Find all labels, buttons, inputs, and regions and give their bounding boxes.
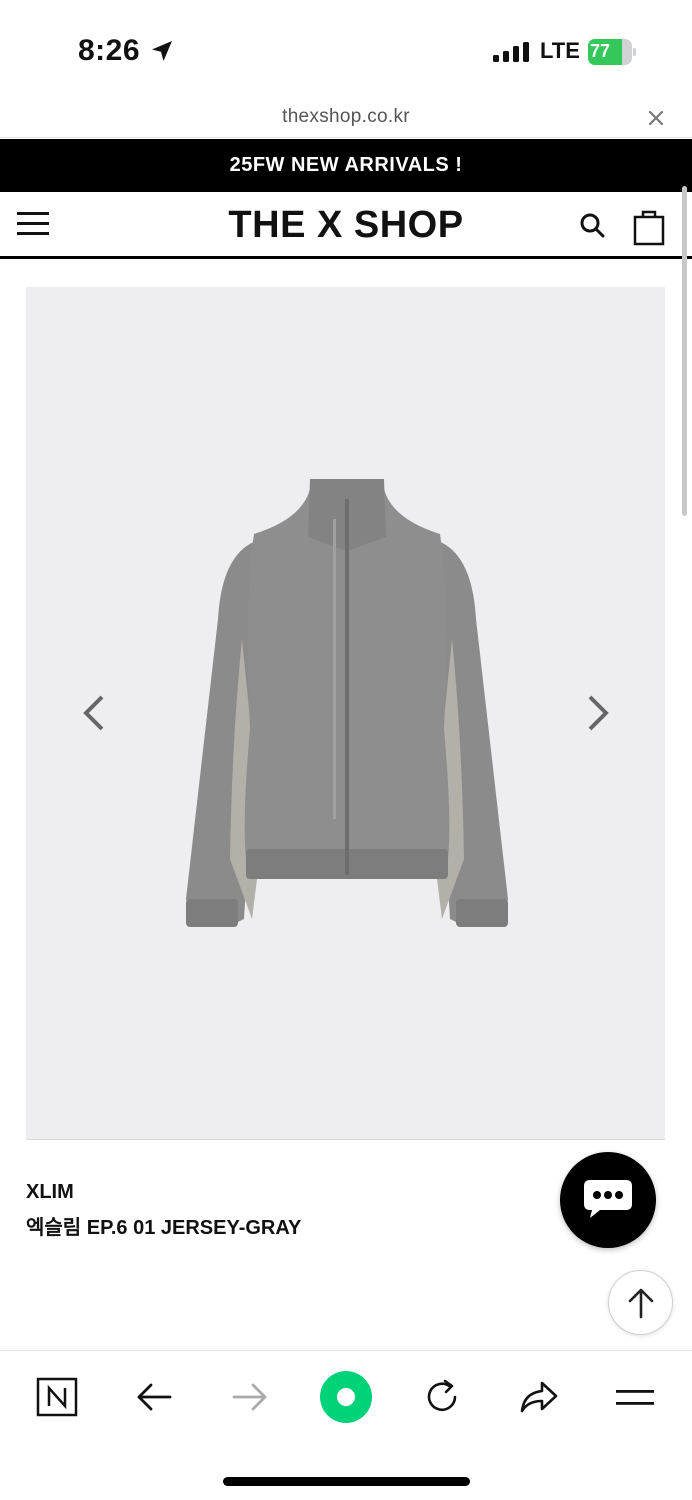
reload-icon[interactable] [422,1375,462,1419]
naver-icon[interactable] [36,1375,78,1419]
chat-bubble-icon [584,1180,632,1218]
url-text[interactable]: thexshop.co.kr [0,106,692,128]
product-name[interactable]: 엑슬림 EP.6 01 JERSEY-GRAY [26,1211,301,1240]
home-indicator[interactable] [223,1477,470,1486]
scroll-to-top-button[interactable] [608,1270,673,1335]
forward-arrow-icon[interactable] [231,1375,269,1419]
chevron-left-icon[interactable] [80,691,108,735]
menu-icon[interactable] [614,1375,656,1419]
back-arrow-icon[interactable] [135,1375,173,1419]
close-icon[interactable] [646,108,666,128]
scrollbar-thumb[interactable] [682,186,687,516]
location-arrow-icon [152,41,172,61]
battery-level: 77 [590,41,611,61]
green-dot-icon[interactable] [318,1369,374,1425]
network-type: LTE [540,38,580,63]
browser-toolbar [0,1350,692,1500]
site-header: THE X SHOP [0,192,692,259]
product-image-carousel[interactable] [26,287,665,1140]
status-time: 8:26 [78,34,141,67]
promo-text: 25FW NEW ARRIVALS ! [229,154,463,176]
shopping-bag-icon[interactable] [633,208,665,246]
battery-icon: 77 [588,39,636,65]
status-bar: 8:26 LTE 77 [0,0,692,100]
promo-banner[interactable]: 25FW NEW ARRIVALS ! [0,139,692,192]
arrow-up-icon [628,1288,654,1319]
cellular-signal-icon [493,42,529,62]
product-jacket-image [186,479,508,927]
chevron-right-icon[interactable] [584,691,612,735]
product-brand[interactable]: XLIM [26,1181,74,1204]
chat-button[interactable] [560,1152,656,1248]
share-icon[interactable] [518,1375,560,1419]
url-bar[interactable]: thexshop.co.kr [0,100,692,138]
search-icon[interactable] [579,212,605,238]
